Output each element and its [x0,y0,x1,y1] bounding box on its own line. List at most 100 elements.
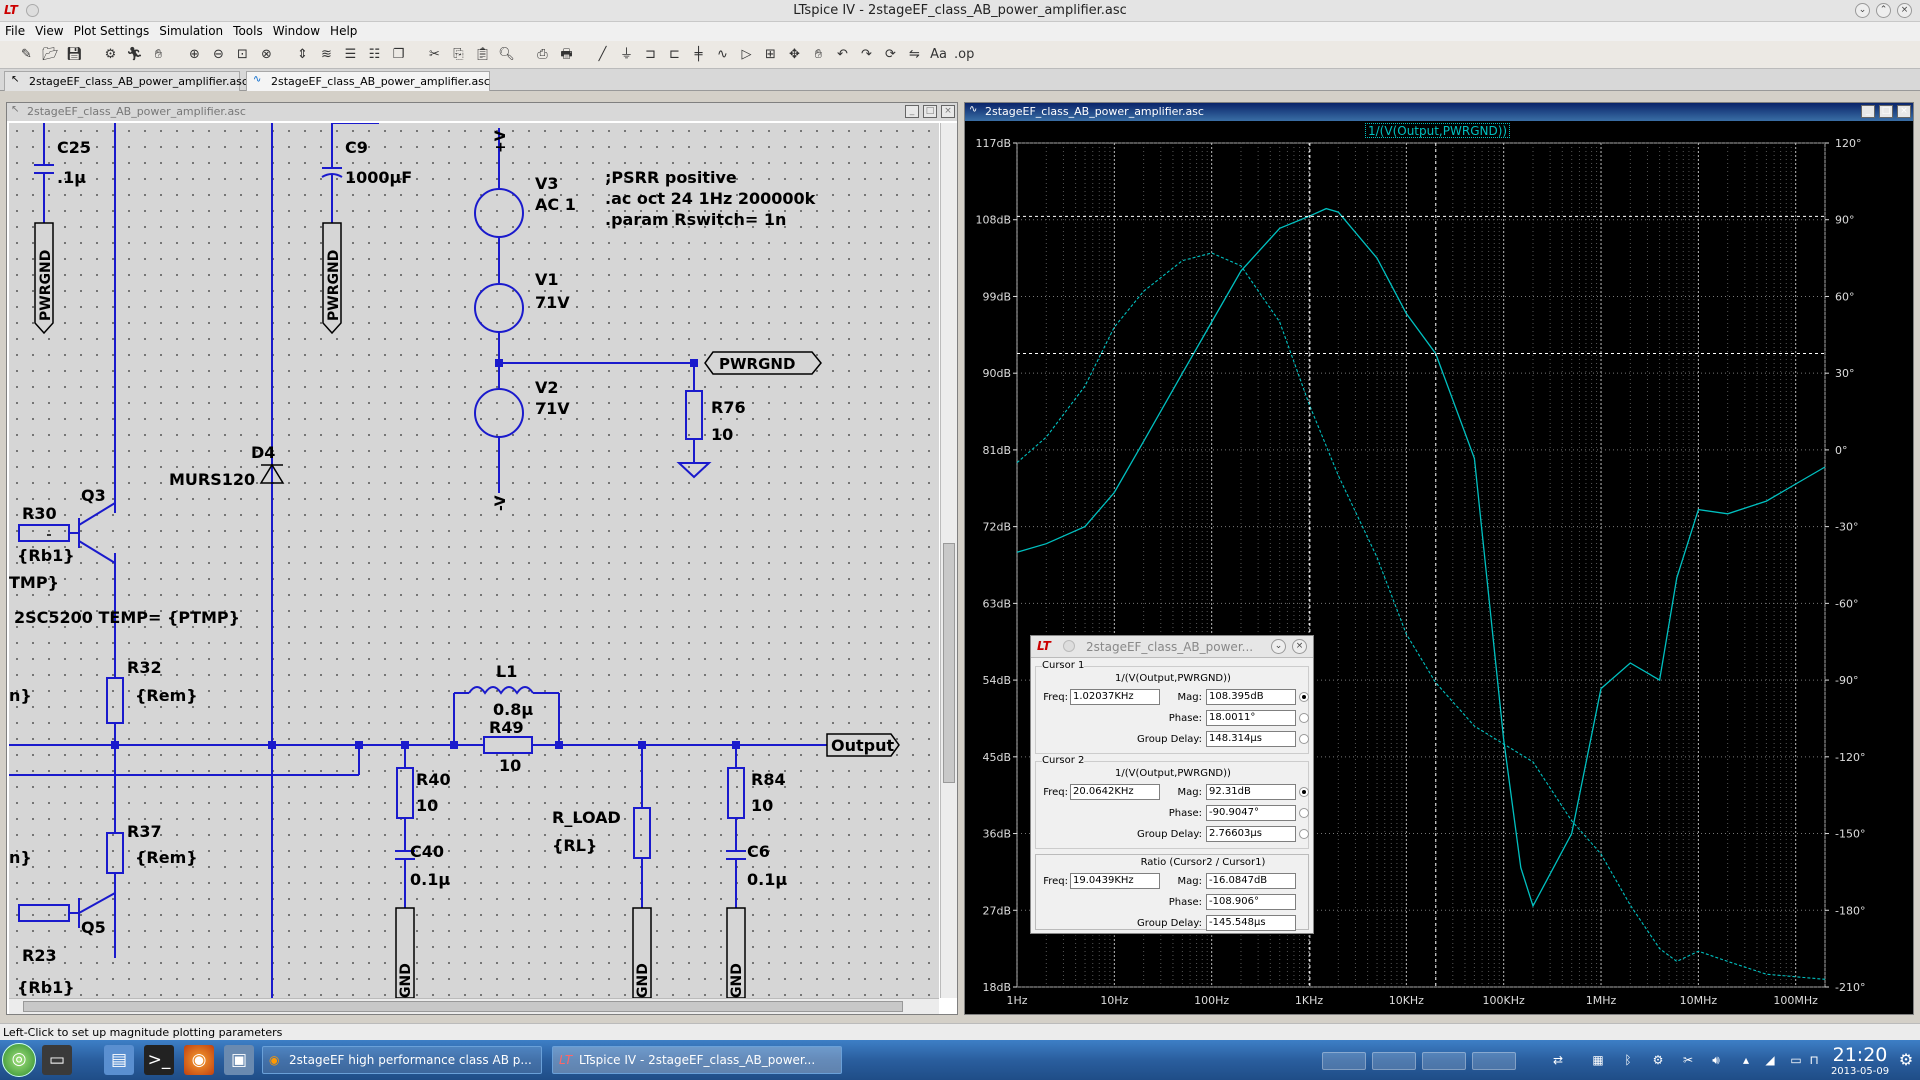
cursor1-group-delay-field[interactable]: 148.314µs [1206,731,1296,747]
cursor2-group-delay-radio[interactable] [1299,829,1309,839]
cancel-zoom-icon[interactable]: ⊗ [258,47,275,63]
control-panel-icon[interactable]: ⚙ [102,47,119,63]
cursor2-phase-field[interactable]: -90.9047° [1206,805,1296,821]
schematic-maximize-button[interactable]: □ [923,105,937,118]
cursor2-freq-field[interactable]: 20.0642KHz [1070,784,1160,800]
ratio-mag-field[interactable]: -16.0847dB [1206,873,1296,889]
new-schematic-icon[interactable]: ✎ [18,47,35,63]
spice-directive-icon[interactable]: .op [954,47,974,63]
find-icon[interactable]: 🔍︎ [498,47,515,63]
capacitor-icon[interactable]: ╪ [690,47,707,63]
zoom-out-icon[interactable]: ⊖ [210,47,227,63]
schematic-vertical-scrollbar[interactable] [940,123,957,998]
horizontal-scroll-thumb[interactable] [23,1001,903,1012]
add-trace-icon[interactable]: ≋ [318,47,335,63]
cursor2-mag-field[interactable]: 92.31dB [1206,784,1296,800]
rotate-icon[interactable]: ⟳ [882,47,899,63]
drag-icon[interactable]: ✋︎ [810,47,827,63]
volume-icon[interactable]: 🔊︎ [1708,1052,1724,1068]
workspace-1[interactable] [1322,1052,1366,1070]
cursor1-freq-field[interactable]: 1.02037KHz [1070,689,1160,705]
menu-plot-settings[interactable]: Plot Settings [69,22,155,38]
schematic-canvas[interactable]: PWRGND PWRGND PWRGND Output GND GND GND … [9,123,939,998]
menu-file[interactable]: File [0,22,30,38]
workspace-4[interactable] [1472,1052,1516,1070]
firefox-icon[interactable]: ◉ [184,1045,214,1075]
network-icon[interactable]: ⇄ [1550,1052,1566,1068]
redo-icon[interactable]: ↷ [858,47,875,63]
power-icon[interactable]: ⚙ [1898,1052,1914,1068]
move-icon[interactable]: ✥ [786,47,803,63]
menu-view[interactable]: View [30,22,68,38]
paste-icon[interactable]: 📋︎ [474,47,491,63]
screen-icon[interactable]: ▭ [1788,1052,1804,1068]
tools-icon[interactable]: ✂ [1680,1052,1696,1068]
resistor-icon[interactable]: ⊏ [666,47,683,63]
save-icon[interactable]: 💾︎ [66,47,83,63]
cursor2-group-delay-field[interactable]: 2.76603µs [1206,826,1296,842]
cursor-dialog-titlebar[interactable]: LT 2stageEF_class_AB_power... ⌄ × [1031,636,1313,658]
undo-icon[interactable]: ↶ [834,47,851,63]
display-icon[interactable]: ▦ [1590,1052,1606,1068]
cursor1-phase-radio[interactable] [1299,713,1309,723]
bluetooth-icon[interactable]: ᛒ [1620,1052,1636,1068]
cursor2-phase-radio[interactable] [1299,808,1309,818]
dialog-collapse-button[interactable]: ⌄ [1271,639,1286,654]
wire-icon[interactable]: ╱ [594,47,611,63]
menu-help[interactable]: Help [325,22,362,38]
schematic-horizontal-scrollbar[interactable] [9,998,939,1014]
clock[interactable]: 21:20 2013-05-09 [1829,1044,1891,1077]
schematic-close-button[interactable]: × [941,105,955,118]
close-button[interactable]: × [1897,3,1912,18]
zoom-in-icon[interactable]: ⊕ [186,47,203,63]
label-net-icon[interactable]: ⊐ [642,47,659,63]
spice-directive-line2[interactable]: .ac oct 24 1Hz 200000k [605,189,816,208]
tab-waveform[interactable]: ∿ 2stageEF_class_AB_power_amplifier.asc [246,71,490,91]
component-icon[interactable]: ⊞ [762,47,779,63]
tile-vertical-icon[interactable]: ☷ [366,47,383,63]
copy-icon[interactable]: ⎘ [450,47,467,63]
cut-icon[interactable]: ✂ [426,47,443,63]
maximize-button[interactable]: ⌃ [1876,3,1891,18]
dialog-menu-button[interactable] [1063,640,1075,652]
tray-expand-icon[interactable]: ▴ [1738,1052,1754,1068]
inductor-icon[interactable]: ∿ [714,47,731,63]
pan-icon[interactable]: ✋︎ [150,47,167,63]
schematic-minimize-button[interactable]: _ [905,105,919,118]
cursor1-mag-field[interactable]: 108.395dB [1206,689,1296,705]
menu-simulation[interactable]: Simulation [154,22,228,38]
signal-icon[interactable]: ◢ [1762,1052,1778,1068]
cursor1-group-delay-radio[interactable] [1299,734,1309,744]
ratio-freq-field[interactable]: 19.0439KHz [1070,873,1160,889]
print-icon[interactable]: 🖶︎ [558,47,575,63]
cursor1-phase-field[interactable]: 18.0011° [1206,710,1296,726]
print-preview-icon[interactable]: ⎙ [534,47,551,63]
ground-icon[interactable]: ⏚ [618,47,635,63]
menu-window[interactable]: Window [268,22,325,38]
ratio-group-delay-field[interactable]: -145.548µs [1206,915,1296,931]
spice-directive-line3[interactable]: .param Rswitch= 1n [605,210,786,229]
open-icon[interactable]: 📂︎ [42,47,59,63]
cascade-icon[interactable]: ❐ [390,47,407,63]
mirror-icon[interactable]: ⇋ [906,47,923,63]
run-icon[interactable]: 🏃︎ [126,47,143,63]
workspace-3[interactable] [1422,1052,1466,1070]
zoom-fit-icon[interactable]: ⊡ [234,47,251,63]
ratio-phase-field[interactable]: -108.906° [1206,894,1296,910]
start-button[interactable]: ◎ [2,1043,36,1077]
terminal-icon[interactable]: >_ [144,1045,174,1075]
tile-horizontal-icon[interactable]: ☰ [342,47,359,63]
tab-schematic[interactable]: ↖ 2stageEF_class_AB_power_amplifier.asc [4,71,248,91]
taskbar-task-ltspice[interactable]: LT LTspice IV - 2stageEF_class_AB_power.… [552,1046,842,1074]
taskbar-task-firefox[interactable]: ◉ 2stageEF high performance class AB p..… [262,1046,542,1074]
menu-tools[interactable]: Tools [228,22,268,38]
minimize-button[interactable]: ⌄ [1855,3,1870,18]
vertical-scroll-thumb[interactable] [943,543,955,783]
spice-directive-line1[interactable]: ;PSRR positive [605,168,737,187]
dialog-close-button[interactable]: × [1292,639,1307,654]
workspace-2[interactable] [1372,1052,1416,1070]
desktop-icon[interactable]: ▭ [42,1045,72,1075]
cursor1-mag-radio[interactable] [1299,692,1309,702]
cursor2-mag-radio[interactable] [1299,787,1309,797]
diode-icon[interactable]: ▷ [738,47,755,63]
